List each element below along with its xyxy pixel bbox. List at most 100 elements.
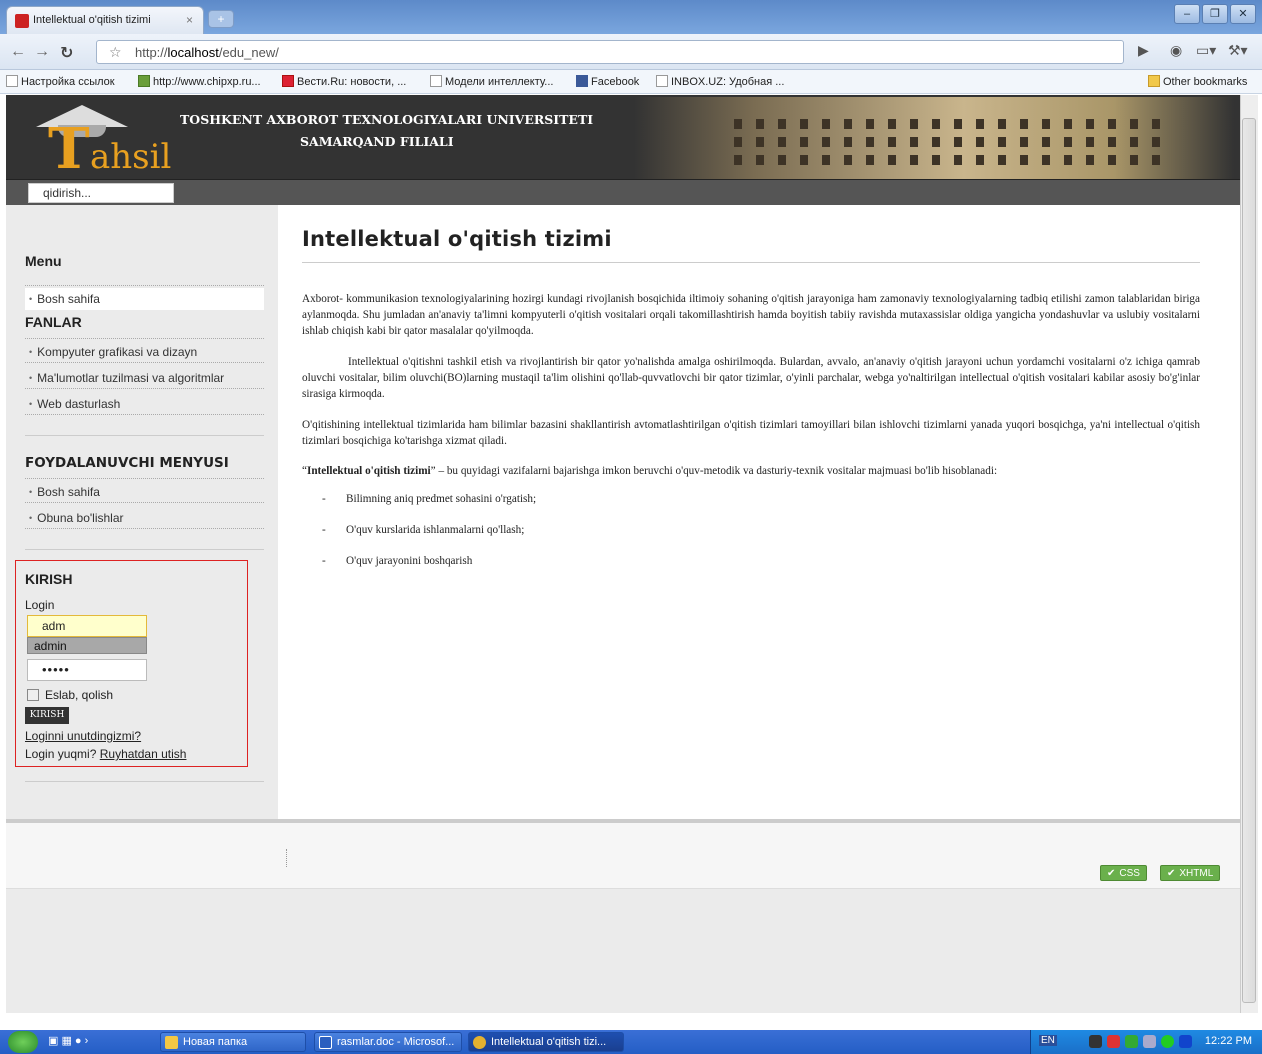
building-window (1152, 119, 1160, 129)
building-window (1152, 137, 1160, 147)
status-icon[interactable] (1161, 1035, 1174, 1048)
building-window (1086, 137, 1094, 147)
building-window (1130, 137, 1138, 147)
search-input[interactable]: qidirish... (28, 183, 174, 203)
site-icon (138, 75, 150, 87)
search-bar: qidirish... (6, 179, 1240, 205)
browser-toolbar: ← → ↻ ☆ http://localhost/edu_new/ ▶ ◉ ▭▾… (0, 34, 1262, 70)
other-bookmarks[interactable]: Other bookmarks (1148, 75, 1247, 88)
new-tab-button[interactable]: + (208, 10, 234, 28)
quicklaunch-icons[interactable]: ▣ ▦ ● › (48, 1034, 88, 1047)
app-icon[interactable] (1179, 1035, 1192, 1048)
minimize-icon[interactable]: – (1174, 4, 1200, 24)
window-titlebar: Intellektual o'qitish tizimi × + – ❐ ✕ (0, 0, 1262, 34)
building-window (910, 119, 918, 129)
remember-checkbox[interactable]: Eslab, qolish (27, 688, 113, 702)
page-menu-icon[interactable]: ▭▾ (1196, 42, 1216, 59)
register-link[interactable]: Ruyhatdan utish (100, 747, 187, 761)
building-window (998, 119, 1006, 129)
xhtml-valid-badge[interactable]: ✔ XHTML (1160, 865, 1221, 881)
site-logo[interactable]: T ahsil (26, 101, 206, 177)
taskbar-item-active[interactable]: Intellektual o'qitish tizi... (468, 1032, 624, 1052)
bookmark-item[interactable]: Модели интеллекту... (430, 75, 553, 88)
building-window (888, 119, 896, 129)
login-label: Login (25, 598, 55, 612)
forgot-login-link[interactable]: Loginni unutdingizmi? (25, 729, 141, 743)
url-prefix: http:// (135, 45, 168, 60)
extension-icon[interactable]: ◉ (1170, 42, 1182, 59)
password-input[interactable]: ••••• (27, 659, 147, 681)
address-bar[interactable]: ☆ http://localhost/edu_new/ (96, 40, 1124, 64)
page-icon (656, 75, 668, 87)
taskbar-item[interactable]: rasmlar.doc - Microsof... (314, 1032, 462, 1052)
word-icon (319, 1036, 332, 1049)
main-content: Intellektual o'qitish tizimi Axborot- ko… (278, 205, 1240, 819)
taskbar-item[interactable]: Новая папка (160, 1032, 306, 1052)
tab-close-icon[interactable]: × (186, 13, 193, 27)
folder-icon (1148, 75, 1160, 87)
menu-heading: Menu (25, 253, 62, 269)
content-paragraph: Intellektual o'qitishni tashkil etish va… (302, 356, 1200, 400)
window-controls: – ❐ ✕ (1174, 4, 1256, 24)
bookmark-item[interactable]: Настройка ссылок (6, 75, 115, 88)
university-name: TOSHKENT AXBOROT TEXNOLOGIYALARI UNIVERS… (180, 112, 594, 149)
maximize-icon[interactable]: ❐ (1202, 4, 1228, 24)
login-submit-button[interactable]: KIRISH (25, 707, 69, 724)
volume-icon[interactable] (1143, 1035, 1156, 1048)
user-menu-item[interactable]: Bosh sahifa (25, 481, 264, 503)
scrollbar-thumb[interactable] (1242, 118, 1256, 1003)
network-icon[interactable] (1089, 1035, 1102, 1048)
folder-icon (165, 1036, 178, 1049)
fanlar-heading: FANLAR (25, 314, 82, 330)
building-window (1020, 137, 1028, 147)
building-window (822, 119, 830, 129)
forward-icon[interactable]: → (34, 43, 50, 61)
menu-item-bosh-sahifa[interactable]: Bosh sahifa (25, 288, 264, 310)
checkbox-icon[interactable] (27, 689, 39, 701)
start-button[interactable] (8, 1031, 38, 1053)
close-icon[interactable]: ✕ (1230, 4, 1256, 24)
building-window (1108, 137, 1116, 147)
login-input[interactable]: adm (27, 615, 147, 637)
building-window (756, 137, 764, 147)
bookmark-star-icon[interactable]: ☆ (109, 44, 122, 61)
wrench-menu-icon[interactable]: ⚒▾ (1228, 42, 1248, 59)
browser-tab[interactable]: Intellektual o'qitish tizimi × (6, 6, 204, 34)
url-path: /edu_new/ (218, 45, 279, 60)
definition-term: Intellektual o'qitish tizimi (306, 465, 431, 477)
logo-letter: T (48, 116, 90, 182)
fanlar-item[interactable]: Kompyuter grafikasi va dizayn (25, 341, 264, 363)
building-window (734, 155, 742, 165)
language-indicator[interactable]: EN (1039, 1035, 1057, 1046)
building-window (734, 119, 742, 129)
building-window (976, 155, 984, 165)
building-window (800, 137, 808, 147)
building-window (976, 137, 984, 147)
building-window (1064, 155, 1072, 165)
bookmark-item[interactable]: http://www.chipxp.ru... (138, 75, 261, 88)
play-icon[interactable]: ▶ (1138, 42, 1149, 59)
system-tray: EN 12:22 PM (1030, 1030, 1262, 1054)
page-icon (430, 75, 442, 87)
fanlar-item[interactable]: Web dasturlash (25, 393, 264, 415)
autocomplete-suggestion[interactable]: admin (27, 637, 147, 654)
back-icon[interactable]: ← (10, 43, 26, 61)
web-page: T ahsil TOSHKENT AXBOROT TEXNOLOGIYALARI… (6, 95, 1240, 1013)
building-window (1020, 155, 1028, 165)
building-window (844, 119, 852, 129)
list-item: - Bilimning aniq predmet sohasini o'rgati… (322, 493, 537, 505)
header-building-image (634, 97, 1234, 179)
tab-title: Intellektual o'qitish tizimi (33, 14, 151, 26)
css-valid-badge[interactable]: ✔ CSS (1100, 865, 1147, 881)
fanlar-item[interactable]: Ma'lumotlar tuzilmasi va algoritmlar (25, 367, 264, 389)
update-icon[interactable] (1125, 1035, 1138, 1048)
security-icon[interactable] (1107, 1035, 1120, 1048)
building-window (822, 155, 830, 165)
bookmark-item[interactable]: Facebook (576, 75, 639, 88)
reload-icon[interactable]: ↻ (60, 43, 73, 63)
bookmark-item[interactable]: Вести.Ru: новости, ... (282, 75, 406, 88)
user-menu-item[interactable]: Obuna bo'lishlar (25, 507, 264, 529)
bookmark-item[interactable]: INBOX.UZ: Удобная ... (656, 75, 784, 88)
page-icon (6, 75, 18, 87)
building-window (954, 119, 962, 129)
